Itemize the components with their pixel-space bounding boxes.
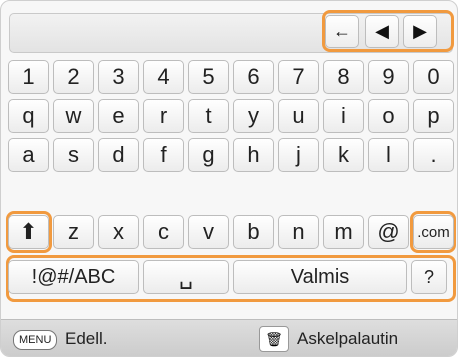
cursor-left-button[interactable]: ◀ (365, 15, 399, 48)
help-button[interactable]: ? (411, 260, 447, 294)
back-label: Edell. (65, 329, 108, 348)
footer-bar: MENU Edell. 🗑 Askelpalautin (1, 319, 457, 356)
cursor-right-button[interactable]: ▶ (403, 15, 437, 48)
keyboard-row-1: 1 2 3 4 5 6 7 8 9 0 (8, 60, 454, 94)
key-y[interactable]: y (233, 99, 274, 133)
done-button[interactable]: Valmis (233, 260, 407, 294)
keyboard-row-3: a s d f g h j k l . (8, 138, 454, 172)
key-w[interactable]: w (53, 99, 94, 133)
key-v[interactable]: v (188, 215, 229, 249)
key-h[interactable]: h (233, 138, 274, 172)
trash-icon: 🗑 (259, 326, 289, 352)
keyboard-row-4: ⬆ z x c v b n m @ .com (8, 215, 454, 249)
key-i[interactable]: i (323, 99, 364, 133)
key-1[interactable]: 1 (8, 60, 49, 94)
key-4[interactable]: 4 (143, 60, 184, 94)
key-n[interactable]: n (278, 215, 319, 249)
key-j[interactable]: j (278, 138, 319, 172)
key-g[interactable]: g (188, 138, 229, 172)
text-input[interactable] (20, 18, 320, 46)
keyboard-row-5: !@#/ABC ␣ Valmis ? (8, 260, 447, 294)
key-x[interactable]: x (98, 215, 139, 249)
key-c[interactable]: c (143, 215, 184, 249)
key-d[interactable]: d (98, 138, 139, 172)
key-8[interactable]: 8 (323, 60, 364, 94)
key-2[interactable]: 2 (53, 60, 94, 94)
key-k[interactable]: k (323, 138, 364, 172)
key-r[interactable]: r (143, 99, 184, 133)
arrow-up-icon: ⬆ (19, 219, 38, 244)
key-a[interactable]: a (8, 138, 49, 172)
key-dotcom[interactable]: .com (413, 215, 454, 249)
key-o[interactable]: o (368, 99, 409, 133)
key-0[interactable]: 0 (413, 60, 454, 94)
key-b[interactable]: b (233, 215, 274, 249)
key-z[interactable]: z (53, 215, 94, 249)
key-7[interactable]: 7 (278, 60, 319, 94)
key-at[interactable]: @ (368, 215, 409, 249)
keyboard-row-2: q w e r t y u i o p (8, 99, 454, 133)
triangle-left-icon: ◀ (375, 21, 389, 41)
key-period[interactable]: . (413, 138, 454, 172)
key-6[interactable]: 6 (233, 60, 274, 94)
key-3[interactable]: 3 (98, 60, 139, 94)
mode-switch-button[interactable]: !@#/ABC (8, 260, 139, 294)
key-5[interactable]: 5 (188, 60, 229, 94)
keyboard-panel: ← ◀ ▶ 1 2 3 4 5 6 7 8 9 0 q w e r t y u … (0, 0, 458, 357)
key-u[interactable]: u (278, 99, 319, 133)
key-e[interactable]: e (98, 99, 139, 133)
help-icon: ? (423, 266, 434, 287)
space-icon: ␣ (179, 264, 193, 289)
key-f[interactable]: f (143, 138, 184, 172)
key-9[interactable]: 9 (368, 60, 409, 94)
menu-badge-icon: MENU (13, 330, 58, 350)
backspace-label: Askelpalautin (297, 329, 399, 348)
key-s[interactable]: s (53, 138, 94, 172)
key-p[interactable]: p (413, 99, 454, 133)
arrow-left-icon: ← (333, 21, 351, 41)
backspace-arrow-button[interactable]: ← (325, 15, 359, 48)
key-m[interactable]: m (323, 215, 364, 249)
key-l[interactable]: l (368, 138, 409, 172)
shift-key[interactable]: ⬆ (8, 215, 49, 249)
key-q[interactable]: q (8, 99, 49, 133)
key-t[interactable]: t (188, 99, 229, 133)
triangle-right-icon: ▶ (413, 21, 427, 41)
space-button[interactable]: ␣ (143, 260, 229, 294)
